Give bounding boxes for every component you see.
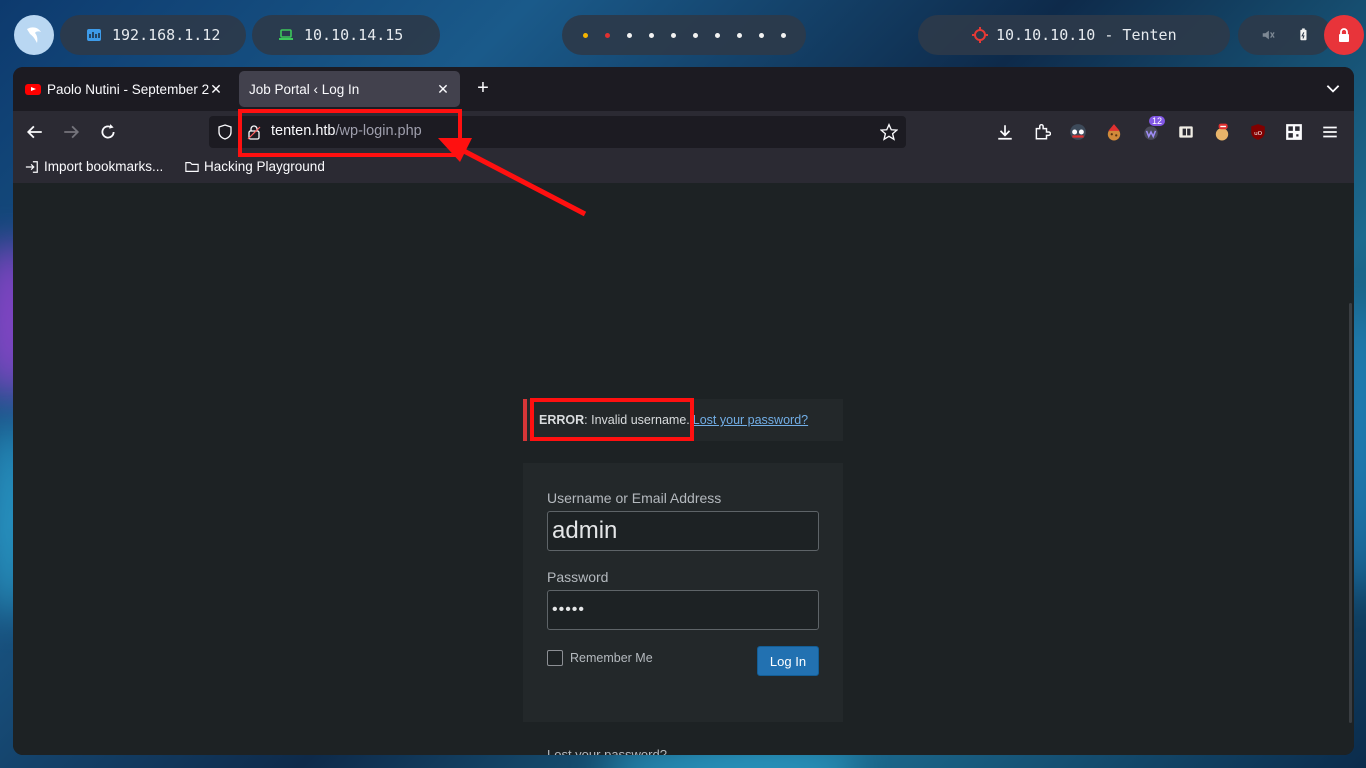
chevron-down-icon[interactable] — [1324, 79, 1342, 97]
lost-password-link-bottom[interactable]: Lost your password? — [547, 747, 667, 755]
workspace-dot[interactable] — [692, 32, 698, 38]
workspace-dot[interactable] — [736, 32, 742, 38]
laptop-icon — [279, 29, 293, 40]
bookmark-folder-hacking-playground[interactable]: Hacking Playground — [185, 159, 325, 174]
extension-badge: 12 — [1149, 116, 1166, 126]
lock-icon — [1339, 28, 1349, 42]
workspace-dot[interactable] — [604, 32, 610, 38]
downloads-button[interactable] — [995, 122, 1015, 142]
import-icon — [25, 160, 38, 173]
close-tab-icon[interactable]: ✕ — [209, 81, 223, 98]
username-field[interactable]: admin — [547, 511, 819, 551]
ublock-shield-icon: uO — [1251, 124, 1265, 140]
qr-code-icon — [1286, 124, 1302, 140]
cookie-santa-icon — [1107, 124, 1121, 141]
annotation-box-error — [530, 398, 694, 441]
extension-button[interactable] — [1284, 122, 1304, 142]
remember-me-label: Remember Me — [570, 651, 653, 665]
tab-job-portal[interactable]: Job Portal ‹ Log In ✕ — [239, 71, 460, 107]
forward-button[interactable] — [59, 120, 83, 144]
close-tab-icon[interactable]: ✕ — [436, 81, 450, 98]
bookmark-star-icon[interactable] — [880, 123, 898, 141]
hamburger-menu-icon — [1323, 126, 1337, 138]
username-label: Username or Email Address — [547, 490, 722, 506]
system-tray[interactable] — [1238, 15, 1332, 55]
cards-icon — [1179, 126, 1193, 138]
arrow-right-icon — [64, 125, 80, 139]
workspace-dot[interactable] — [780, 32, 786, 38]
extension-button[interactable] — [1104, 122, 1124, 142]
bookmarks-toolbar: Import bookmarks... Hacking Playground — [13, 153, 1354, 183]
tab-label: Paolo Nutini - September 2 — [47, 81, 209, 97]
volume-muted-icon[interactable] — [1261, 28, 1275, 42]
tab-youtube[interactable]: Paolo Nutini - September 2 ✕ — [15, 71, 233, 107]
password-label: Password — [547, 569, 609, 585]
remember-me[interactable]: Remember Me — [547, 650, 653, 666]
password-field[interactable]: ••••• — [547, 590, 819, 630]
battery-icon[interactable] — [1296, 28, 1310, 42]
page-content: ERROR: Invalid username. Lost your passwo… — [13, 183, 1354, 755]
workspace-switcher[interactable] — [562, 15, 806, 55]
target-indicator[interactable]: 10.10.10.10 - Tenten — [918, 15, 1230, 55]
extensions-button[interactable] — [1032, 122, 1052, 142]
app-menu-button[interactable] — [1320, 122, 1340, 142]
ublock-button[interactable]: uO — [1248, 122, 1268, 142]
workspace-dot[interactable] — [758, 32, 764, 38]
bookmark-label: Import bookmarks... — [44, 159, 164, 174]
lock-screen-button[interactable] — [1324, 15, 1364, 55]
login-button[interactable]: Log In — [757, 646, 819, 676]
folder-icon — [185, 161, 199, 172]
extension-button[interactable]: 12 — [1141, 116, 1166, 142]
dragon-logo-icon — [27, 27, 41, 43]
arrow-left-icon — [26, 125, 42, 139]
annotation-arrow — [438, 138, 587, 217]
reload-button[interactable] — [96, 120, 120, 144]
back-button[interactable] — [23, 120, 47, 144]
tab-label: Job Portal ‹ Log In — [249, 81, 360, 97]
extension-button[interactable] — [1212, 122, 1232, 142]
tab-bar: Paolo Nutini - September 2 ✕ Job Portal … — [13, 67, 1354, 111]
youtube-icon — [25, 83, 41, 95]
vpn-ip-indicator[interactable]: 10.10.14.15 — [252, 15, 440, 55]
target-text: 10.10.10.10 - Tenten — [996, 26, 1177, 44]
download-icon — [998, 125, 1012, 140]
reload-icon — [101, 124, 115, 139]
remember-me-checkbox[interactable] — [547, 650, 563, 666]
extension-button[interactable] — [1068, 122, 1088, 142]
network-icon — [87, 29, 101, 41]
scrollbar[interactable] — [1349, 303, 1352, 723]
local-ip-indicator[interactable]: 192.168.1.12 — [60, 15, 246, 55]
local-ip-text: 192.168.1.12 — [112, 26, 221, 44]
workspace-dot[interactable] — [714, 32, 720, 38]
app-menu-button[interactable] — [14, 15, 54, 55]
bookmark-label: Hacking Playground — [204, 159, 325, 174]
puzzle-icon — [1035, 124, 1051, 140]
workspace-dot[interactable] — [582, 32, 588, 38]
crosshair-icon — [972, 27, 988, 43]
lost-password-link[interactable]: Lost your password? — [693, 413, 808, 427]
login-form: Username or Email Address admin Password… — [523, 463, 843, 722]
workspace-dot[interactable] — [670, 32, 676, 38]
extension-button[interactable] — [1176, 122, 1196, 142]
workspace-dot[interactable] — [648, 32, 654, 38]
cookie-editor-icon — [1215, 123, 1229, 141]
navigation-toolbar: tenten.htb/wp-login.php 12 uO — [13, 111, 1354, 153]
bookmark-import[interactable]: Import bookmarks... — [25, 159, 163, 174]
new-tab-button[interactable]: + — [471, 77, 495, 101]
incognito-mask-icon — [1070, 124, 1086, 140]
shield-icon[interactable] — [217, 124, 233, 140]
svg-text:uO: uO — [1254, 131, 1263, 137]
vpn-ip-text: 10.10.14.15 — [304, 26, 404, 44]
workspace-dot[interactable] — [626, 32, 632, 38]
